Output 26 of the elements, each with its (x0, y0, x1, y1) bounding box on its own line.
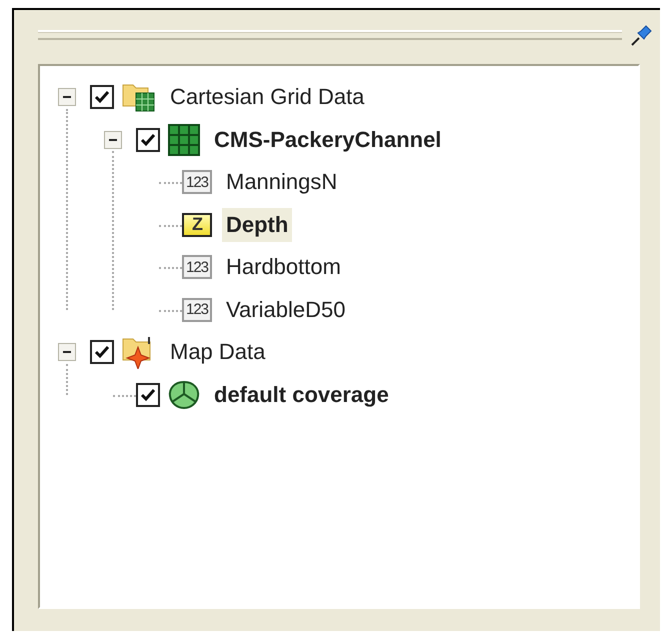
grid-icon (168, 124, 200, 156)
scalar-icon: 123 (182, 298, 212, 322)
coverage-icon (168, 380, 200, 410)
tree-item[interactable]: Depth (222, 208, 292, 242)
scalar-icon: 123 (182, 170, 212, 194)
collapse-button[interactable] (58, 343, 76, 362)
tree-item[interactable]: Cartesian Grid Data (166, 80, 368, 114)
tree-item[interactable]: CMS-PackeryChannel (210, 122, 446, 157)
tree-item[interactable]: ManningsN (222, 165, 342, 200)
scalar-icon: 123 (182, 255, 212, 280)
checkbox[interactable] (136, 128, 160, 152)
check-icon (140, 388, 156, 402)
collapse-button[interactable] (58, 88, 76, 106)
elevation-icon: Z (182, 212, 212, 237)
checkbox[interactable] (136, 382, 160, 407)
tree-item[interactable]: Hardbottom (222, 250, 345, 284)
tree-item[interactable]: VariableD50 (222, 292, 350, 327)
checkbox[interactable] (90, 340, 114, 364)
checkbox[interactable] (90, 85, 114, 110)
check-icon (140, 132, 156, 147)
check-icon (94, 90, 110, 104)
pin-icon[interactable] (630, 23, 654, 47)
collapse-button[interactable] (104, 130, 122, 149)
tree-item[interactable]: Map Data (166, 335, 270, 370)
check-icon (94, 345, 110, 360)
tree-item[interactable]: default coverage (210, 378, 393, 412)
